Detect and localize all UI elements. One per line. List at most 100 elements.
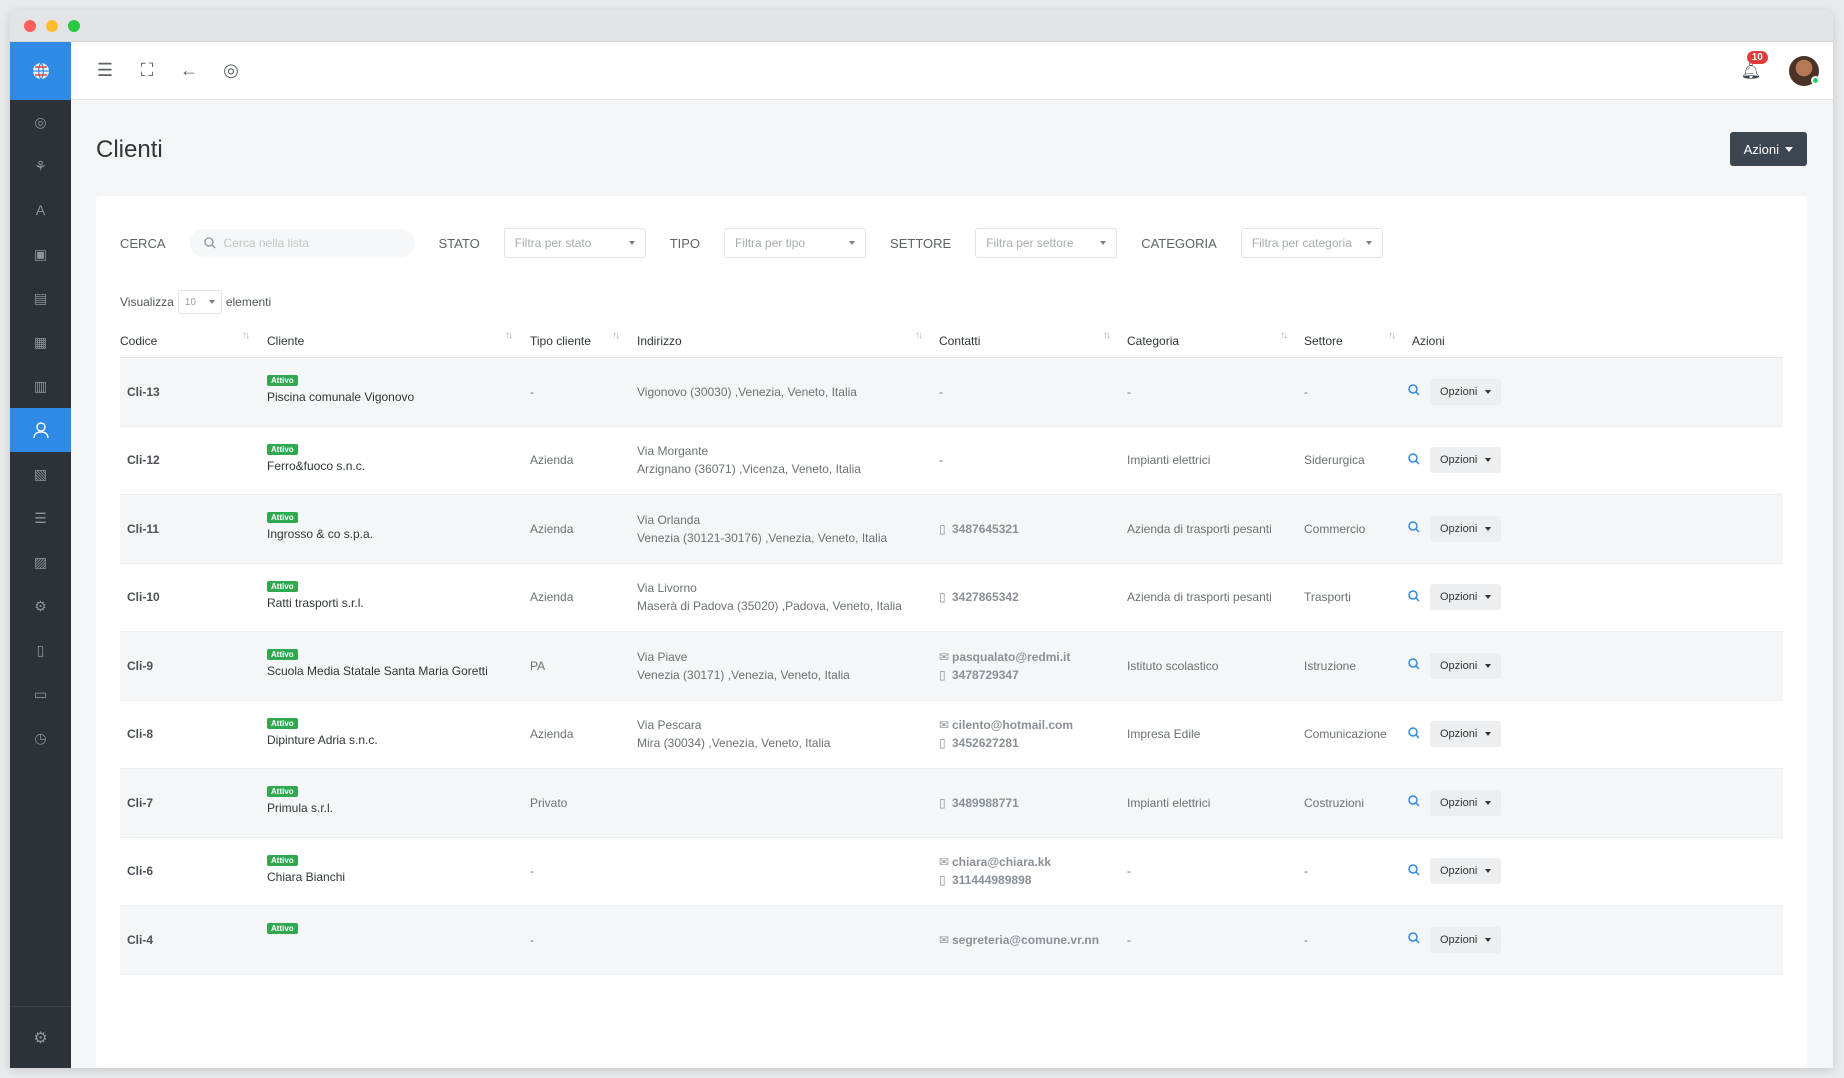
stato-filter-select[interactable]: Filtra per stato	[503, 228, 646, 258]
search-input[interactable]: Cerca nella lista	[189, 229, 415, 257]
sidebar-item-list[interactable]: ☰	[10, 496, 71, 540]
header-contatti[interactable]: Contatti	[939, 334, 980, 357]
sort-icon[interactable]: ↑↓	[505, 330, 513, 341]
view-client-button[interactable]	[1408, 795, 1420, 810]
sidebar-item-report[interactable]: ▦	[10, 320, 71, 364]
contact-phone[interactable]: ▯ 3427865342	[939, 588, 1019, 606]
options-dropdown-button[interactable]: Opzioni	[1430, 858, 1502, 885]
client-code[interactable]: Cli-11	[127, 522, 159, 536]
options-dropdown-button[interactable]: Opzioni	[1430, 584, 1502, 611]
sidebar-item-document[interactable]: ▤	[10, 276, 71, 320]
tipo-filter-select[interactable]: Filtra per tipo	[724, 228, 867, 258]
client-code[interactable]: Cli-7	[127, 796, 153, 810]
options-dropdown-button[interactable]: Opzioni	[1430, 926, 1502, 953]
client-name[interactable]: Ferro&fuoco s.n.c.	[267, 459, 365, 473]
sort-icon[interactable]: ↑↓	[1103, 330, 1111, 341]
contact-email[interactable]: ✉ segreteria@comune.vr.nn	[939, 931, 1099, 949]
header-tipo-cliente[interactable]: Tipo cliente	[530, 334, 591, 357]
document-icon: ▤	[33, 289, 48, 306]
options-dropdown-button[interactable]: Opzioni	[1430, 652, 1502, 679]
client-contacts: ▯ 3427865342	[939, 588, 1019, 606]
header-indirizzo[interactable]: Indirizzo	[637, 334, 682, 357]
header-cliente[interactable]: Cliente	[267, 334, 304, 357]
options-dropdown-button[interactable]: Opzioni	[1430, 721, 1502, 748]
client-name[interactable]: Ratti trasporti s.r.l.	[267, 596, 364, 610]
client-code[interactable]: Cli-9	[127, 659, 153, 673]
view-client-button[interactable]	[1408, 521, 1420, 536]
options-dropdown-button[interactable]: Opzioni	[1430, 378, 1502, 405]
client-code[interactable]: Cli-13	[127, 385, 160, 399]
sort-icon[interactable]: ↑↓	[915, 330, 923, 341]
actions-dropdown-button[interactable]: Azioni	[1729, 132, 1807, 166]
contact-email[interactable]: ✉ chiara@chiara.kk	[939, 853, 1051, 871]
client-name[interactable]: Primula s.r.l.	[267, 801, 333, 815]
page-size-select[interactable]: 10	[177, 290, 222, 314]
sidebar-item-network[interactable]: ⚘	[10, 144, 71, 188]
sort-icon[interactable]: ↑↓	[612, 330, 620, 341]
menu-icon[interactable]: ☰	[95, 60, 115, 81]
view-client-button[interactable]	[1408, 658, 1420, 673]
table-header: Codice ↑↓ Cliente ↑↓ Tipo cliente ↑↓ Ind…	[120, 328, 1783, 358]
fullscreen-icon[interactable]: ⛶	[137, 60, 157, 81]
sidebar-item-tools[interactable]: ⚙	[10, 584, 71, 628]
client-code[interactable]: Cli-6	[127, 864, 153, 878]
client-name[interactable]: Dipinture Adria s.n.c.	[267, 733, 378, 747]
client-code[interactable]: Cli-12	[127, 453, 160, 467]
contact-phone[interactable]: ▯ 3489988771	[939, 794, 1019, 812]
options-dropdown-button[interactable]: Opzioni	[1430, 789, 1502, 816]
settore-filter-select[interactable]: Filtra per settore	[975, 228, 1118, 258]
client-name[interactable]: Piscina comunale Vigonovo	[267, 390, 414, 404]
maximize-window-button[interactable]	[68, 19, 80, 32]
sidebar-item-vehicles[interactable]: ▧	[10, 452, 71, 496]
sidebar-settings[interactable]: ⚙	[10, 1006, 71, 1068]
view-client-button[interactable]	[1408, 932, 1420, 947]
options-dropdown-button[interactable]: Opzioni	[1430, 515, 1502, 542]
user-avatar[interactable]	[1789, 55, 1820, 86]
minimize-window-button[interactable]	[46, 19, 58, 32]
search-icon	[203, 237, 215, 249]
notifications-button[interactable]: 🔔︎ 10	[1741, 50, 1768, 81]
header-settore[interactable]: Settore	[1304, 334, 1343, 357]
sort-icon[interactable]: ↑↓	[1280, 330, 1288, 341]
phone-icon: ▯	[939, 873, 946, 888]
sidebar-item-dashboard[interactable]: ◎	[10, 100, 71, 144]
contact-phone[interactable]: ▯ 311444989898	[939, 871, 1051, 889]
sidebar-item-clients[interactable]	[10, 408, 71, 452]
sidebar-item-image[interactable]: ▣	[10, 232, 71, 276]
status-badge: Attivo	[267, 580, 298, 592]
view-client-button[interactable]	[1408, 727, 1420, 742]
view-client-button[interactable]	[1408, 453, 1420, 468]
back-arrow-icon[interactable]: ←	[179, 60, 199, 81]
header-categoria[interactable]: Categoria	[1127, 334, 1179, 357]
sidebar-item-bus[interactable]: ▨	[10, 540, 71, 584]
view-client-button[interactable]	[1408, 384, 1420, 399]
sidebar-item-history[interactable]: ◷	[10, 716, 71, 760]
options-dropdown-button[interactable]: Opzioni	[1430, 447, 1502, 474]
client-code[interactable]: Cli-8	[127, 727, 153, 741]
phone-text: 3489988771	[952, 795, 1019, 810]
view-client-button[interactable]	[1408, 590, 1420, 605]
sidebar-item-book[interactable]: ▯	[10, 628, 71, 672]
view-client-button[interactable]	[1408, 864, 1420, 879]
close-window-button[interactable]	[24, 19, 36, 32]
sort-icon[interactable]: ↑↓	[242, 330, 250, 341]
sidebar-item-text[interactable]: A	[10, 188, 71, 232]
client-name[interactable]: Scuola Media Statale Santa Maria Goretti	[267, 664, 488, 678]
contact-email[interactable]: ✉ pasqualato@redmi.it	[939, 648, 1070, 666]
contact-phone[interactable]: ▯ 3487645321	[939, 520, 1019, 538]
sort-icon[interactable]: ↑↓	[1388, 330, 1396, 341]
client-name[interactable]: Chiara Bianchi	[267, 870, 345, 884]
brand-logo[interactable]	[10, 42, 71, 100]
sidebar-item-archive[interactable]: ▥	[10, 364, 71, 408]
categoria-filter-select[interactable]: Filtra per categoria	[1240, 228, 1383, 258]
client-code[interactable]: Cli-10	[127, 590, 160, 604]
contact-email[interactable]: ✉ cilento@hotmail.com	[939, 716, 1073, 734]
client-name[interactable]: Ingrosso & co s.p.a.	[267, 527, 373, 541]
client-code[interactable]: Cli-4	[127, 933, 153, 947]
header-codice[interactable]: Codice	[120, 334, 157, 357]
contact-phone[interactable]: ▯ 3478729347	[939, 666, 1070, 684]
contact-phone[interactable]: ▯ 3452627281	[939, 734, 1073, 752]
client-type: Azienda	[530, 727, 574, 742]
language-globe-icon[interactable]: ◎	[221, 60, 241, 81]
sidebar-item-card[interactable]: ▭	[10, 672, 71, 716]
